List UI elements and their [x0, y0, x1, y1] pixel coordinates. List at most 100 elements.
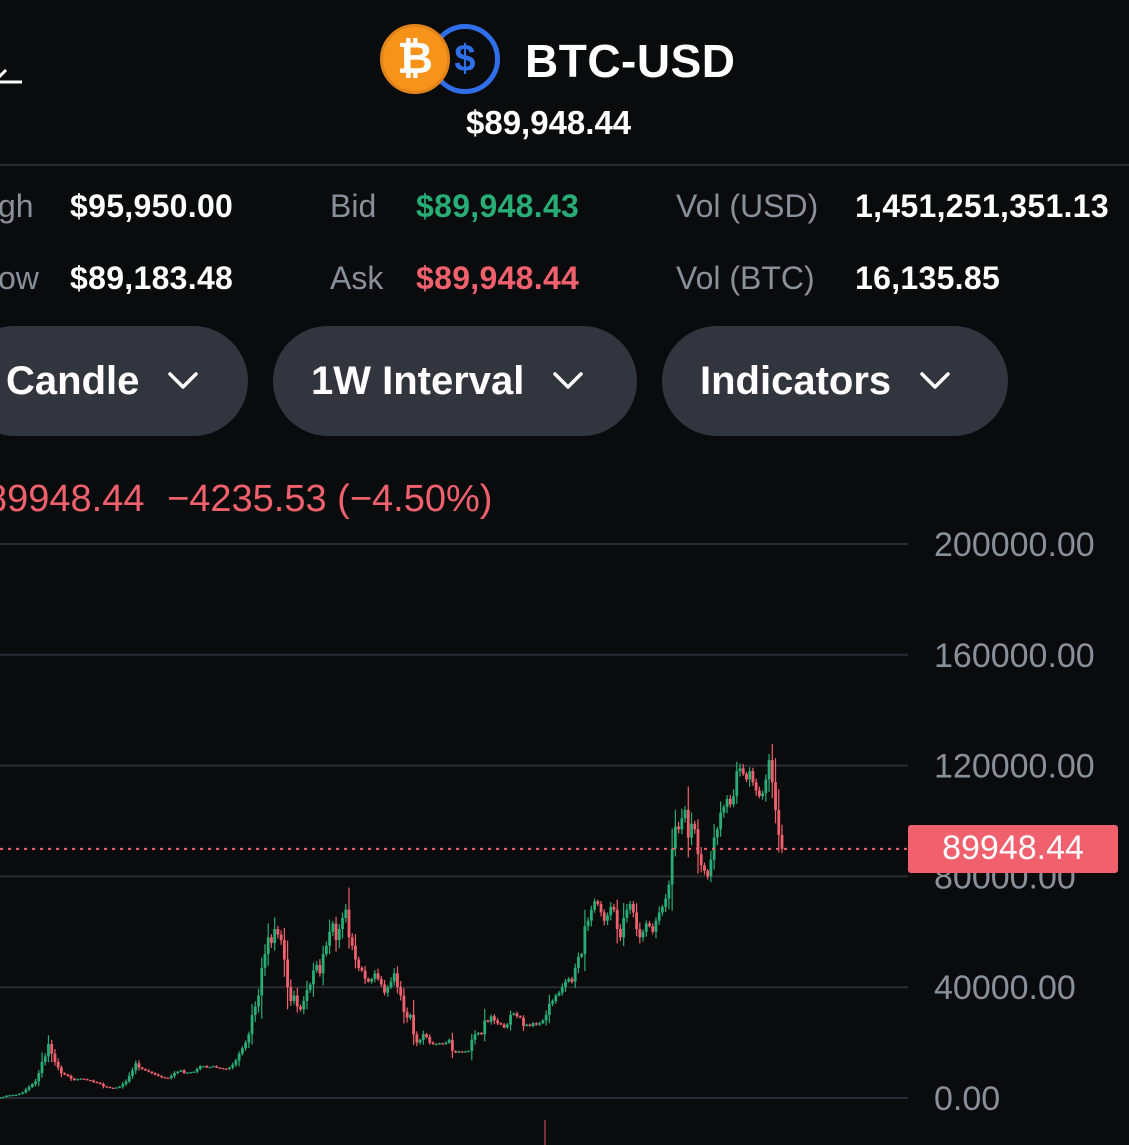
- candle-body: [664, 898, 668, 907]
- back-arrow-icon[interactable]: [0, 62, 24, 102]
- candle-body: [24, 1089, 28, 1093]
- candle-body: [622, 917, 626, 938]
- candle-body: [460, 1051, 464, 1053]
- candle-body: [59, 1067, 63, 1074]
- candle-body: [709, 859, 713, 877]
- candle-body: [234, 1060, 238, 1065]
- candle-body: [496, 1020, 500, 1024]
- candle-body: [247, 1034, 251, 1043]
- indicators-dropdown[interactable]: Indicators: [662, 326, 1008, 436]
- candle-body: [299, 1006, 302, 1010]
- candle-body: [754, 782, 758, 791]
- candle-body: [186, 1072, 189, 1074]
- candle-body: [270, 937, 273, 943]
- candle-body: [606, 915, 609, 921]
- candle-body: [160, 1075, 163, 1078]
- candle-body: [463, 1051, 467, 1053]
- candle-body: [131, 1070, 134, 1076]
- candle-body: [50, 1043, 54, 1054]
- candle-body: [370, 978, 374, 982]
- candle-body: [176, 1071, 180, 1074]
- candle-body: [276, 929, 280, 935]
- candle-body: [434, 1043, 438, 1046]
- candle-body: [98, 1082, 102, 1084]
- candle-body: [515, 1013, 519, 1017]
- candle-body: [124, 1081, 128, 1085]
- candle-body: [144, 1068, 147, 1071]
- candle-body: [253, 1006, 257, 1015]
- interval-dropdown[interactable]: 1W Interval: [273, 326, 637, 436]
- chart-type-dropdown[interactable]: Candle: [0, 326, 248, 436]
- chart-change: −4235.53 (−4.50%): [167, 478, 493, 520]
- candle-body: [111, 1087, 115, 1089]
- candle-body: [680, 818, 684, 830]
- y-tick-label: 40000.00: [934, 969, 1076, 1007]
- candle-body: [399, 987, 403, 996]
- candle-body: [703, 865, 706, 871]
- candle-body: [673, 826, 677, 849]
- candle-body: [85, 1079, 89, 1081]
- candle-body: [211, 1066, 215, 1068]
- candle-body: [396, 973, 399, 988]
- candle-body: [318, 965, 322, 974]
- bitcoin-icon: ₿: [380, 24, 450, 94]
- candle-body: [438, 1043, 441, 1045]
- low-label: ow: [0, 260, 39, 296]
- candle-body: [376, 973, 380, 979]
- candle-body: [379, 978, 383, 985]
- y-tick-label: 0.00: [934, 1080, 1000, 1118]
- candle-body: [341, 917, 344, 930]
- ask-label: Ask: [330, 260, 384, 296]
- candle-body: [728, 798, 732, 805]
- candle-body: [683, 809, 687, 819]
- candle-body: [738, 768, 742, 772]
- candle-body: [153, 1073, 157, 1075]
- candle-body: [480, 1032, 483, 1035]
- candle-body: [134, 1063, 138, 1071]
- candle-body: [522, 1017, 525, 1026]
- candle-body: [202, 1066, 205, 1068]
- candle-body: [402, 995, 406, 1013]
- candle-body: [14, 1094, 18, 1096]
- candle-body: [198, 1066, 202, 1069]
- candle-body: [609, 906, 613, 916]
- candle-body: [389, 981, 393, 988]
- candle-body: [215, 1066, 218, 1068]
- chevron-down-icon: [920, 372, 950, 389]
- candle-body: [53, 1053, 57, 1062]
- candle-body: [228, 1067, 231, 1069]
- candle-body: [418, 1039, 422, 1043]
- candle-body: [651, 926, 655, 932]
- candle-body: [638, 929, 642, 938]
- candle-body: [192, 1071, 196, 1073]
- candle-body: [0, 1097, 2, 1099]
- candle-body: [347, 909, 351, 938]
- y-tick-label: 120000.00: [934, 748, 1095, 786]
- candle-body: [76, 1079, 79, 1081]
- candle-body: [454, 1050, 458, 1053]
- candle-body: [677, 826, 680, 830]
- candle-body: [221, 1068, 225, 1070]
- candle-body: [777, 809, 781, 835]
- candle-body: [305, 989, 309, 1002]
- candle-body: [476, 1032, 480, 1035]
- candle-body: [273, 929, 277, 943]
- candle-body: [583, 926, 587, 954]
- candle-body: [27, 1086, 31, 1090]
- candle-body: [43, 1056, 47, 1062]
- candle-body: [547, 1003, 551, 1015]
- candle-body: [250, 1014, 254, 1035]
- candle-body: [69, 1075, 73, 1079]
- vol-btc-value: 16,135.85: [855, 260, 1001, 296]
- candle-body: [412, 1014, 416, 1035]
- candle-body: [470, 1039, 474, 1051]
- interval-label: 1W Interval: [311, 358, 525, 403]
- candle-body: [140, 1067, 144, 1069]
- candle-body: [8, 1095, 12, 1097]
- candle-body: [428, 1037, 432, 1043]
- candle-body: [741, 768, 745, 774]
- candle-body: [286, 959, 289, 988]
- candle-body: [560, 987, 564, 993]
- candle-body: [331, 923, 335, 932]
- candle-body: [324, 945, 328, 954]
